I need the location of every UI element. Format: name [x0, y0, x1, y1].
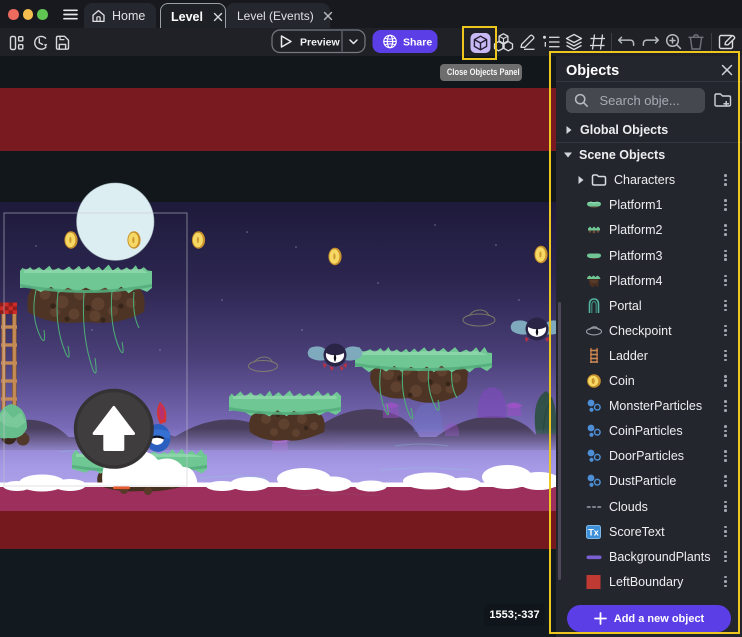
svg-text:Tx: Tx [588, 527, 599, 537]
svg-text:Preview: Preview [300, 37, 341, 49]
svg-text:Share: Share [403, 37, 432, 49]
